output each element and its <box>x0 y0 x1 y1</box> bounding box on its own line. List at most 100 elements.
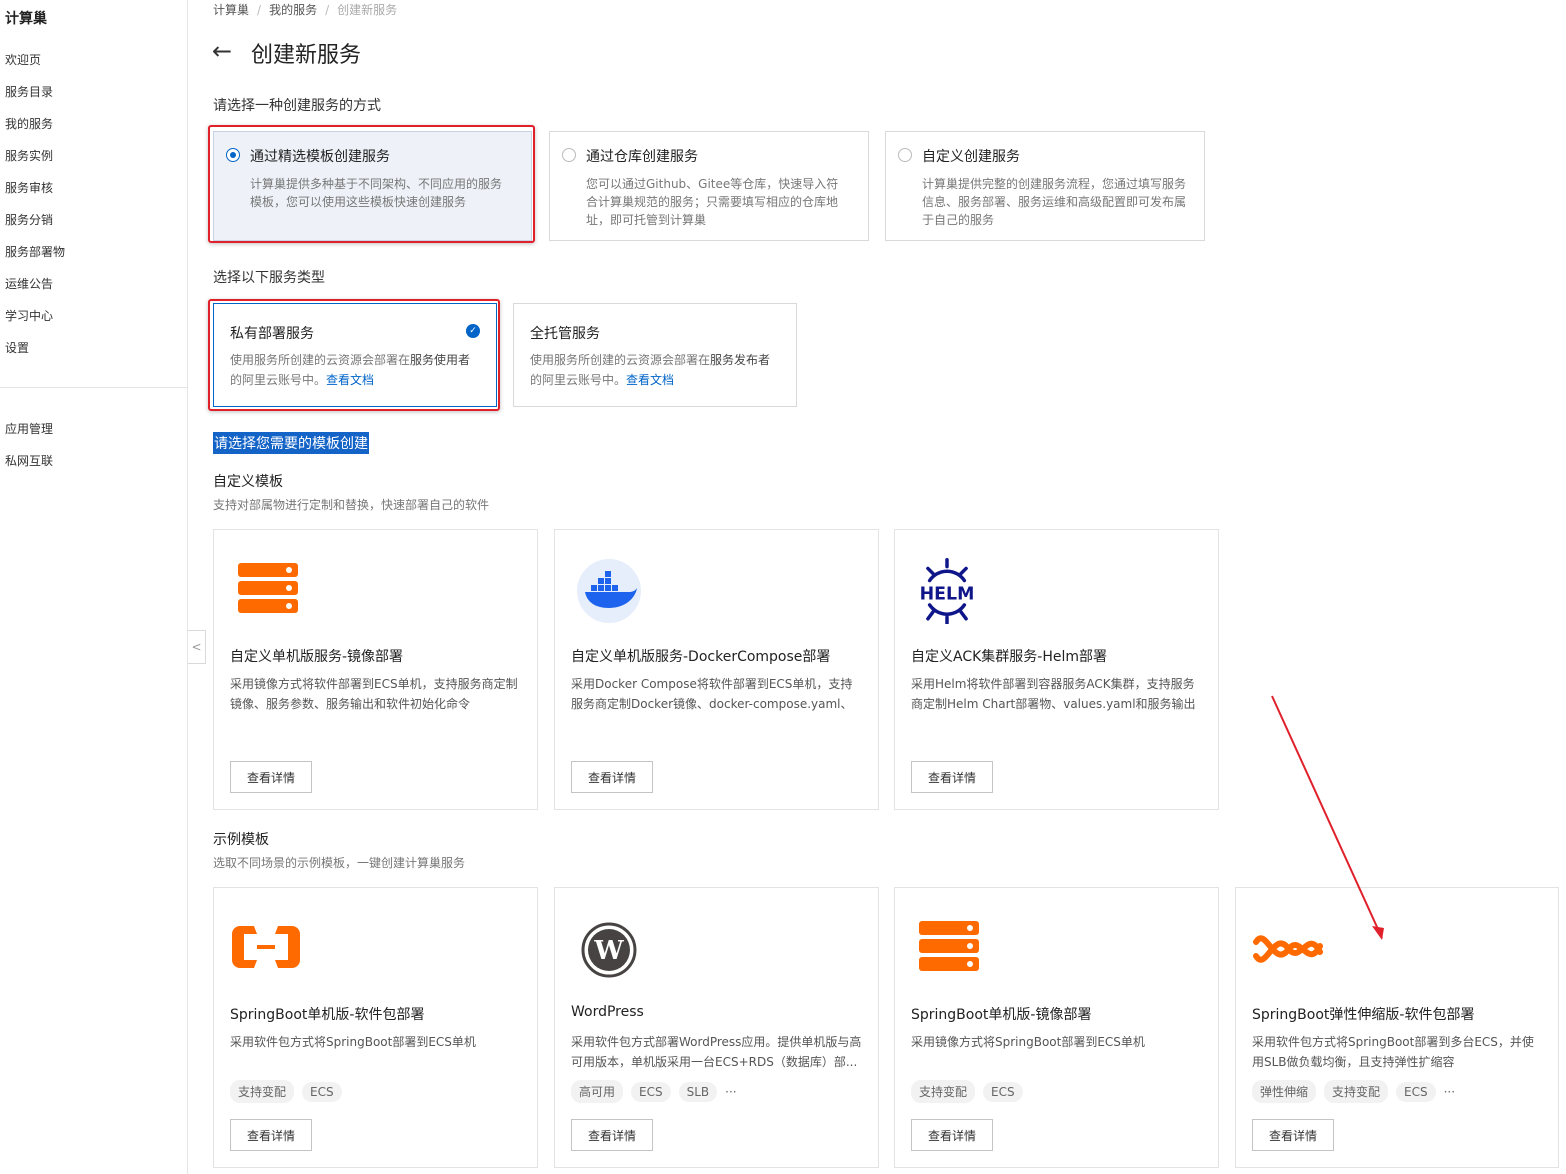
method-section-label: 请选择一种创建服务的方式 <box>213 98 381 114</box>
template-desc: 采用软件包方式部署WordPress应用。提供单机版与高可用版本，单机版采用一台… <box>571 1035 862 1069</box>
sidebar-item-private-network[interactable]: 私网互联 <box>5 452 53 469</box>
type-option-managed[interactable]: 全托管服务 使用服务所创建的云资源会部署在服务发布者的阿里云账号中。查看文档 <box>513 303 797 407</box>
sidebar-item-distribution[interactable]: 服务分销 <box>5 211 53 228</box>
radio-button-checked[interactable] <box>226 148 240 162</box>
method-option-desc: 计算巢提供多种基于不同架构、不同应用的服务模板，您可以使用这些模板快速创建服务 <box>250 177 503 209</box>
tag-list: 弹性伸缩 支持变配 ECS ··· <box>1252 1080 1455 1103</box>
selected-text-highlight: 请选择您需要的模板创建 <box>213 432 369 454</box>
view-details-button[interactable]: 查看详情 <box>571 1119 653 1151</box>
wordpress-icon: W <box>581 922 637 978</box>
breadcrumb-current: 创建新服务 <box>337 3 398 17</box>
sidebar-item-my-services[interactable]: 我的服务 <box>5 115 53 132</box>
aliyun-logo-icon <box>232 926 300 968</box>
template-desc: 采用Docker Compose将软件部署到ECS单机，支持服务商定制Docke… <box>571 677 853 711</box>
template-name: WordPress <box>571 1004 644 1020</box>
breadcrumb-item[interactable]: 我的服务 <box>269 3 317 17</box>
template-card: SpringBoot弹性伸缩版-软件包部署 采用软件包方式将SpringBoot… <box>1235 887 1559 1168</box>
type-option-title: 全托管服务 <box>530 326 600 342</box>
more-tags-icon[interactable]: ··· <box>1444 1085 1455 1099</box>
sidebar-item-learning[interactable]: 学习中心 <box>5 307 53 324</box>
sidebar-item-welcome[interactable]: 欢迎页 <box>5 51 41 68</box>
svg-text:HELM: HELM <box>920 585 975 605</box>
elastic-wave-icon <box>1253 935 1323 963</box>
view-details-button[interactable]: 查看详情 <box>911 761 993 793</box>
custom-templates-subtitle: 支持对部属物进行定制和替换，快速部署自己的软件 <box>213 498 490 512</box>
view-details-button[interactable]: 查看详情 <box>911 1119 993 1151</box>
tag: 支持变配 <box>911 1080 976 1103</box>
template-card: SpringBoot单机版-软件包部署 采用软件包方式将SpringBoot部署… <box>213 887 538 1168</box>
template-name: SpringBoot单机版-镜像部署 <box>911 1007 1092 1023</box>
method-option-title: 通过仓库创建服务 <box>586 149 698 165</box>
template-desc: 采用软件包方式将SpringBoot部署到多台ECS，并使用SLB做负载均衡，且… <box>1252 1035 1534 1069</box>
type-option-private[interactable]: 私有部署服务 ✓ 使用服务所创建的云资源会部署在服务使用者的阿里云账号中。查看文… <box>213 303 497 407</box>
radio-button[interactable] <box>562 148 576 162</box>
sidebar-item-artifacts[interactable]: 服务部署物 <box>5 243 65 260</box>
view-details-button[interactable]: 查看详情 <box>571 761 653 793</box>
template-card: 自定义单机版服务-DockerCompose部署 采用Docker Compos… <box>554 529 879 810</box>
method-option-desc: 您可以通过Github、Gitee等仓库，快速导入符合计算巢规范的服务；只需要填… <box>586 177 839 227</box>
page-title: 创建新服务 <box>251 43 362 68</box>
server-stack-icon <box>919 921 979 971</box>
radio-button[interactable] <box>898 148 912 162</box>
type-option-title: 私有部署服务 <box>230 326 314 342</box>
sidebar-item-settings[interactable]: 设置 <box>5 339 29 356</box>
method-option-title: 自定义创建服务 <box>922 149 1020 165</box>
type-option-desc: 使用服务所创建的云资源会部署在服务发布者的阿里云账号中。查看文档 <box>530 353 771 387</box>
tag: ECS <box>1396 1081 1436 1102</box>
sidebar-item-instances[interactable]: 服务实例 <box>5 147 53 164</box>
tag-list: 支持变配 ECS <box>911 1080 1023 1103</box>
template-name: SpringBoot弹性伸缩版-软件包部署 <box>1252 1007 1475 1023</box>
tag: SLB <box>678 1081 718 1102</box>
svg-text:W: W <box>593 936 624 966</box>
chevron-left-icon: < <box>191 640 202 654</box>
breadcrumb: 计算巢 / 我的服务 / 创建新服务 <box>213 3 398 17</box>
sidebar-collapse-button[interactable]: < <box>188 630 206 664</box>
view-details-button[interactable]: 查看详情 <box>230 1119 312 1151</box>
method-option-desc: 计算巢提供完整的创建服务流程，您通过填写服务信息、服务部署、服务运维和高级配置即… <box>922 177 1187 227</box>
tag: 支持变配 <box>230 1080 295 1103</box>
tag-list: 支持变配 ECS <box>230 1080 342 1103</box>
sidebar-divider <box>0 387 188 388</box>
method-option-repository[interactable]: 通过仓库创建服务 您可以通过Github、Gitee等仓库，快速导入符合计算巢规… <box>549 131 869 241</box>
tag: ECS <box>631 1081 671 1102</box>
method-option-template[interactable]: 通过精选模板创建服务 计算巢提供多种基于不同架构、不同应用的服务模板，您可以使用… <box>213 131 532 241</box>
template-card: HELM 自定义ACK集群服务-Helm部署 采用Helm将软件部署到容器服务A… <box>894 529 1219 810</box>
back-arrow-icon[interactable]: ← <box>212 38 232 64</box>
template-desc: 采用Helm将软件部署到容器服务ACK集群，支持服务商定制Helm Chart部… <box>911 677 1196 711</box>
view-details-button[interactable]: 查看详情 <box>230 761 312 793</box>
sidebar: 计算巢 欢迎页 服务目录 我的服务 服务实例 服务审核 服务分销 服务部署物 运… <box>0 0 188 1174</box>
sidebar-item-announcements[interactable]: 运维公告 <box>5 275 53 292</box>
template-card: W WordPress 采用软件包方式部署WordPress应用。提供单机版与高… <box>554 887 879 1168</box>
type-section-label: 选择以下服务类型 <box>213 270 325 286</box>
server-stack-icon <box>238 563 298 613</box>
more-tags-icon[interactable]: ··· <box>725 1085 736 1099</box>
example-templates-title: 示例模板 <box>213 832 269 848</box>
example-templates-subtitle: 选取不同场景的示例模板，一键创建计算巢服务 <box>213 856 466 870</box>
sidebar-item-catalog[interactable]: 服务目录 <box>5 83 53 100</box>
template-card: SpringBoot单机版-镜像部署 采用镜像方式将SpringBoot部署到E… <box>894 887 1219 1168</box>
template-desc: 采用软件包方式将SpringBoot部署到ECS单机 <box>230 1035 476 1049</box>
tag: ECS <box>302 1081 342 1102</box>
breadcrumb-item[interactable]: 计算巢 <box>213 3 249 17</box>
method-option-title: 通过精选模板创建服务 <box>250 149 390 165</box>
template-name: 自定义单机版服务-镜像部署 <box>230 649 404 665</box>
type-option-desc: 使用服务所创建的云资源会部署在服务使用者的阿里云账号中。查看文档 <box>230 353 471 387</box>
view-docs-link[interactable]: 查看文档 <box>326 373 374 387</box>
template-desc: 采用镜像方式将SpringBoot部署到ECS单机 <box>911 1035 1145 1049</box>
helm-icon: HELM <box>920 558 975 624</box>
sidebar-item-app-management[interactable]: 应用管理 <box>5 420 53 437</box>
view-docs-link[interactable]: 查看文档 <box>626 373 674 387</box>
template-name: SpringBoot单机版-软件包部署 <box>230 1007 425 1023</box>
method-option-custom[interactable]: 自定义创建服务 计算巢提供完整的创建服务流程，您通过填写服务信息、服务部署、服务… <box>885 131 1205 241</box>
sidebar-item-review[interactable]: 服务审核 <box>5 179 53 196</box>
template-name: 自定义单机版服务-DockerCompose部署 <box>571 649 831 665</box>
tag: 支持变配 <box>1324 1080 1389 1103</box>
tag-list: 高可用 ECS SLB ··· <box>571 1080 737 1103</box>
tag: 高可用 <box>571 1080 624 1103</box>
view-details-button[interactable]: 查看详情 <box>1252 1119 1334 1151</box>
tag: ECS <box>983 1081 1023 1102</box>
tag: 弹性伸缩 <box>1252 1080 1317 1103</box>
template-desc: 采用镜像方式将软件部署到ECS单机，支持服务商定制镜像、服务参数、服务输出和软件… <box>230 677 518 711</box>
template-card: 自定义单机版服务-镜像部署 采用镜像方式将软件部署到ECS单机，支持服务商定制镜… <box>213 529 538 810</box>
docker-whale-icon <box>577 559 641 623</box>
